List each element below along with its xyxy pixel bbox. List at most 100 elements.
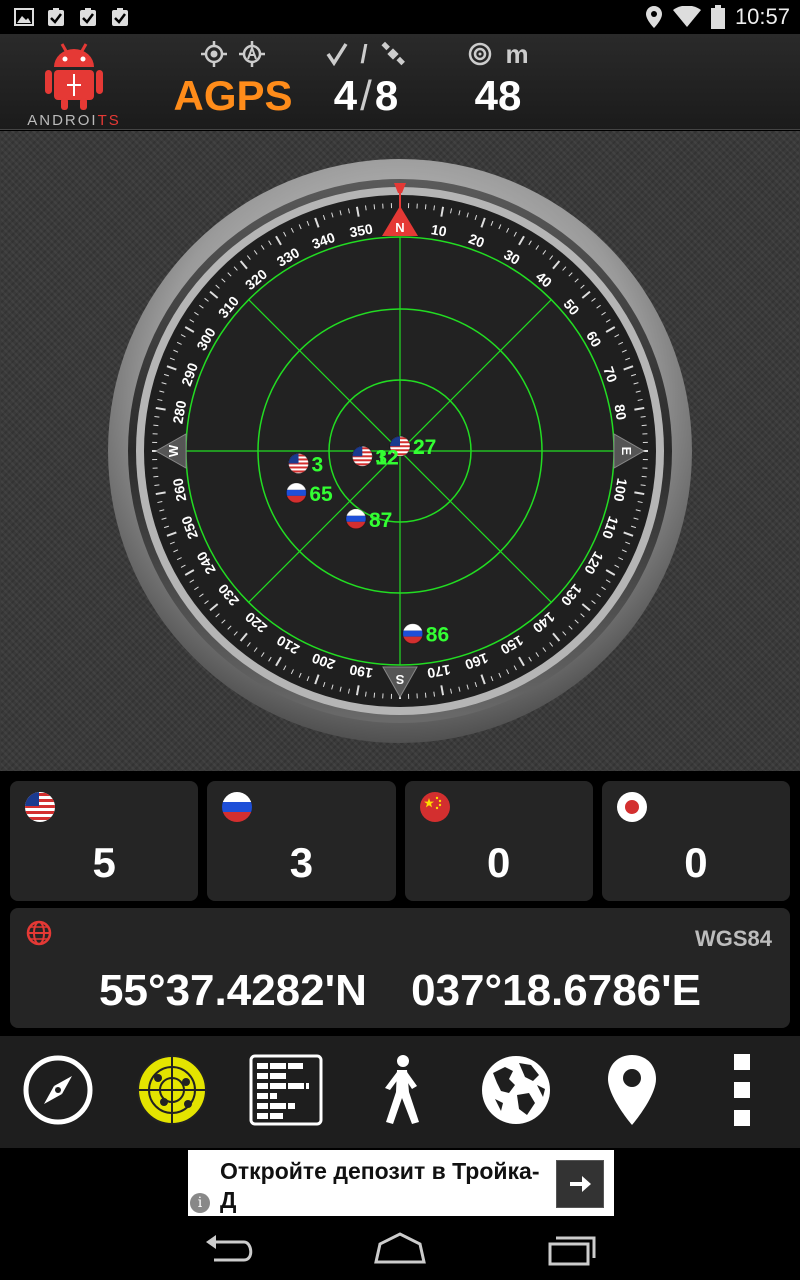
logo-wordmark: ANDROITS	[27, 112, 121, 129]
crosshair-icon	[201, 41, 227, 67]
ad-banner[interactable]: Откройте депозит в Тройка-Д i	[188, 1150, 614, 1216]
count-qzss: 0	[684, 839, 708, 886]
compass-tick	[641, 424, 647, 427]
count-gps: 5	[92, 839, 116, 886]
satellite-prn-label: 12	[375, 446, 398, 469]
degree-label: 80	[611, 403, 629, 421]
compass-tick	[153, 424, 159, 427]
radar-icon	[137, 1055, 207, 1125]
world-button[interactable]	[478, 1052, 554, 1128]
compass-tick	[154, 484, 160, 487]
satellite-prn-label: 2	[413, 436, 425, 459]
compass-tick	[640, 484, 646, 487]
compass-tick	[154, 415, 160, 418]
cardinal-e: E	[619, 447, 634, 456]
walking-icon	[385, 1055, 419, 1124]
satellite-count: 4/8	[333, 72, 399, 119]
signal-button[interactable]	[248, 1052, 324, 1128]
clock: 10:57	[734, 4, 790, 29]
satellite-marker[interactable]: 87	[345, 508, 392, 532]
home-button[interactable]	[370, 1230, 430, 1270]
count-card-qzss[interactable]: 0	[601, 781, 790, 901]
latitude: 55°37.4282'N	[99, 966, 367, 1015]
accuracy-group: m 48	[450, 38, 546, 126]
satellite-prn-label: 65	[309, 483, 333, 506]
battery-icon	[710, 5, 725, 29]
ad-arrow-button[interactable]	[556, 1160, 604, 1208]
back-icon	[206, 1235, 253, 1262]
flag-ru-icon	[222, 792, 253, 822]
satellite-radar-panel: 10 20 30 40 50 60 70 80 100 110 120 130 140 150 160 170…	[0, 131, 800, 771]
android-robot-icon	[45, 43, 103, 110]
satellite-marker[interactable]: 65	[285, 482, 333, 506]
constellation-counts: 5 3 0 0	[10, 781, 790, 901]
compass-tick	[433, 691, 436, 697]
clipboard-check-icon	[48, 8, 64, 26]
compass-button[interactable]	[20, 1052, 96, 1128]
location-pin-icon	[645, 6, 662, 28]
walk-button[interactable]	[362, 1052, 438, 1128]
fix-mode-value: AGPS	[173, 72, 293, 119]
datum-label: WGS84	[694, 926, 772, 951]
count-glonass: 3	[289, 839, 314, 886]
satellite-prn-label: 86	[426, 624, 449, 647]
compass-tick	[424, 692, 427, 698]
longitude: 037°18.6786'E	[411, 966, 701, 1015]
satellite-radar[interactable]: 10 20304050607080100110120130140150160170…	[0, 131, 800, 771]
count-card-gps[interactable]: 5	[10, 781, 199, 901]
cardinal-w: W	[166, 444, 181, 457]
recents-icon	[548, 1236, 596, 1266]
compass-tick	[364, 691, 367, 697]
count-card-glonass[interactable]: 3	[207, 781, 396, 901]
more-button[interactable]	[704, 1052, 780, 1128]
satellite-marker[interactable]: 86	[402, 623, 449, 647]
home-icon	[374, 1232, 426, 1264]
map-pin-button[interactable]	[594, 1052, 670, 1128]
more-icon	[734, 1054, 750, 1126]
satellite-marker[interactable]: 12	[351, 445, 399, 469]
accuracy-value: 48	[474, 72, 522, 119]
checkmark-icon	[326, 43, 348, 66]
compass-tick	[640, 415, 646, 418]
map-pin-icon	[608, 1055, 656, 1125]
position-panel[interactable]: WGS84 55°37.4282'N 037°18.6786'E	[10, 908, 790, 1028]
compass-tick	[364, 205, 367, 211]
app-logo[interactable]: ANDROITS	[22, 40, 126, 129]
satellite-prn-label: 87	[369, 509, 392, 532]
status-bar: 10:57	[0, 0, 800, 34]
wifi-icon	[672, 6, 701, 27]
count-card-beidou[interactable]: 0	[404, 781, 593, 901]
compass-tick	[433, 205, 436, 211]
compass-tick	[373, 692, 376, 698]
compass-icon	[23, 1055, 93, 1125]
bottom-toolbar	[0, 1036, 800, 1148]
flag-jp-icon	[616, 792, 647, 822]
clipboard-check-icon	[112, 8, 128, 26]
back-button[interactable]	[200, 1230, 260, 1270]
radar-button[interactable]	[134, 1052, 210, 1128]
system-nav-bar	[0, 1218, 800, 1280]
satellite-icon	[381, 41, 405, 66]
image-icon	[14, 8, 34, 26]
flag-cn-icon	[419, 792, 450, 822]
signal-bars-icon	[249, 1054, 323, 1126]
accuracy-unit: m	[505, 38, 529, 69]
arrow-right-icon	[570, 1176, 591, 1192]
ad-banner-area: Откройте депозит в Тройка-Д i	[0, 1148, 800, 1218]
satellite-prn-label: 3	[312, 453, 324, 476]
fix-mode-group: AGPS	[170, 38, 296, 126]
compass-tick	[153, 475, 159, 478]
accuracy-icon	[469, 42, 492, 66]
ad-info-icon[interactable]: i	[190, 1193, 210, 1213]
compass-tick	[373, 204, 376, 210]
app-header: ANDROITS AGPS / 4/8 m 48	[0, 34, 800, 130]
degree-label: 10	[430, 221, 448, 239]
clipboard-check-icon	[80, 8, 96, 26]
recents-button[interactable]	[542, 1230, 602, 1270]
globe-small-icon	[26, 920, 52, 946]
satellite-count-group: / 4/8	[318, 38, 414, 126]
cardinal-s: S	[395, 672, 404, 687]
compass-tick	[641, 475, 647, 478]
cardinal-n: N	[395, 220, 404, 235]
compass-tick	[424, 204, 427, 210]
